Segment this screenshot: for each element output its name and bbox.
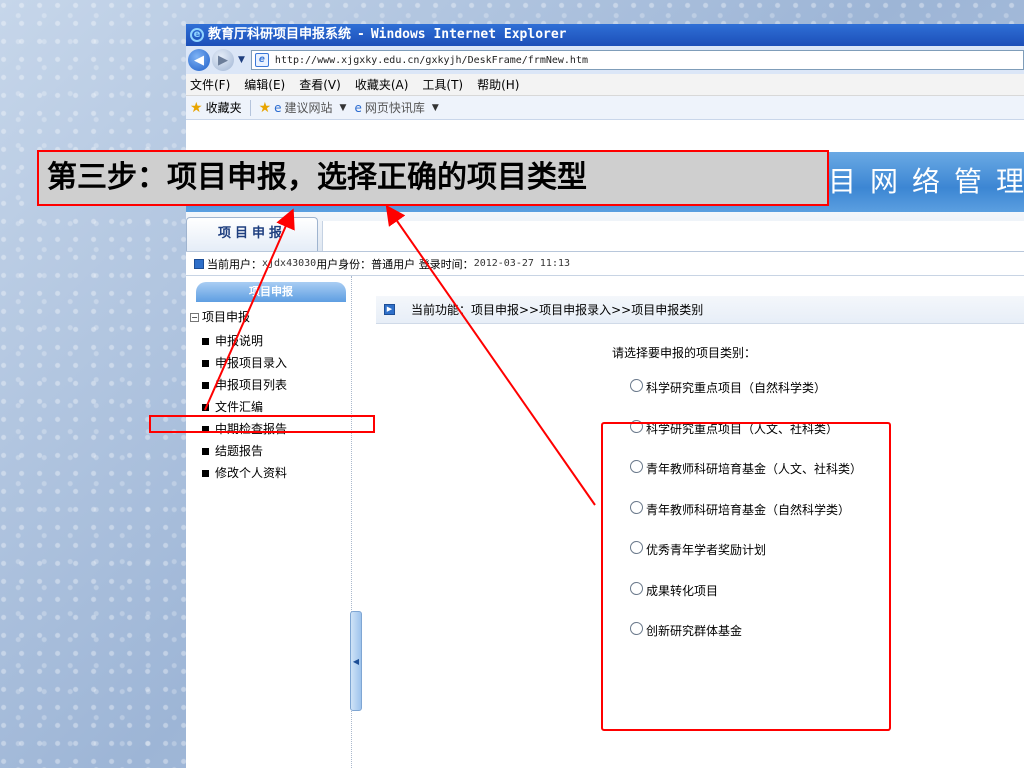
menu-tools[interactable]: 工具(T): [422, 76, 463, 93]
sidebar-item-label: 结题报告: [215, 444, 264, 458]
sidebar-item-label: 申报项目录入: [215, 356, 288, 370]
breadcrumb-icon: ▶: [384, 304, 395, 315]
site-nav: 项目申报: [186, 212, 1024, 252]
sidebar-highlight-box: [149, 415, 375, 433]
menu-bar: 文件(F) 编辑(E) 查看(V) 收藏夹(A) 工具(T) 帮助(H): [186, 74, 1024, 96]
sidebar-item-label: 修改个人资料: [215, 466, 288, 480]
sidebar-collapse-handle[interactable]: ◀: [350, 611, 362, 711]
bullet-icon: [202, 448, 209, 455]
sidebar-item-final-report[interactable]: 结题报告: [202, 442, 351, 458]
title-bar: e 教育厅科研项目申报系统 - Windows Internet Explore…: [186, 24, 1024, 46]
sidebar-item-project-list[interactable]: 申报项目列表: [202, 376, 351, 392]
forward-button[interactable]: ▶: [212, 49, 234, 71]
sidebar-item-label: 文件汇编: [215, 400, 264, 414]
options-highlight-box: [601, 422, 891, 731]
tab-strip: [186, 120, 1024, 152]
sidebar-item-instructions[interactable]: 申报说明: [202, 332, 351, 348]
url-field[interactable]: e http://www.xjgxky.edu.cn/gxkyjh/DeskFr…: [250, 50, 1024, 70]
sidebar-item-documents[interactable]: 文件汇编: [202, 398, 351, 414]
bullet-icon: [202, 382, 209, 389]
menu-edit[interactable]: 编辑(E): [244, 76, 285, 93]
bullet-icon: [202, 360, 209, 367]
radio-button[interactable]: [630, 379, 643, 392]
window-title-browser: Windows Internet Explorer: [370, 27, 567, 42]
current-user-label: 当前用户：: [207, 257, 262, 271]
user-role-text: 用户身份：普通用户 登录时间：: [316, 257, 474, 271]
site-nav-filler: [322, 221, 1024, 251]
back-button[interactable]: ◀: [188, 49, 210, 71]
suggested-sites-link[interactable]: 建议网站: [285, 99, 333, 116]
option-key-natural-science[interactable]: 科学研究重点项目（自然科学类）: [630, 379, 1024, 420]
sidebar-item-edit-profile[interactable]: 修改个人资料: [202, 464, 351, 480]
menu-favorites[interactable]: 收藏夹(A): [355, 76, 409, 93]
user-info-bar: 当前用户： xjdx43030 用户身份：普通用户 登录时间： 2012-03-…: [186, 252, 1024, 276]
tab-project-application[interactable]: 项目申报: [186, 217, 318, 251]
sidebar-item-label: 申报说明: [215, 334, 264, 348]
sidebar: 项目申报 − 项目申报 申报说明 申报项目录入 申报项目列表 文件汇编 中期检查报…: [186, 276, 352, 768]
breadcrumb: ▶ 当前功能：项目申报>>项目申报录入>>项目申报类别: [376, 296, 1024, 324]
option-label: 科学研究重点项目（自然科学类）: [646, 381, 827, 395]
page-icon: e: [254, 53, 269, 67]
suggested-sites-dropdown-icon[interactable]: ▼: [340, 103, 347, 113]
web-slice-dropdown-icon[interactable]: ▼: [432, 103, 439, 113]
category-prompt: 请选择要申报的项目类别：: [612, 346, 757, 360]
tree-root[interactable]: − 项目申报: [190, 308, 351, 325]
favorites-bar: ★ 收藏夹 ★ e 建议网站 ▼ e 网页快讯库 ▼: [186, 96, 1024, 120]
menu-view[interactable]: 查看(V): [299, 76, 341, 93]
add-favorite-icon[interactable]: ★: [259, 100, 272, 116]
ie-logo-icon: e: [190, 28, 204, 42]
window-title-separator: -: [357, 27, 365, 42]
user-info-icon: [194, 258, 204, 269]
login-time: 2012-03-27 11:13: [473, 258, 571, 269]
breadcrumb-text: 当前功能：项目申报>>项目申报录入>>项目申报类别: [411, 303, 704, 317]
step-caption: 第三步：项目申报，选择正确的项目类型: [37, 150, 829, 206]
address-bar: ◀ ▶ ▼ e http://www.xjgxky.edu.cn/gxkyjh/…: [186, 46, 1024, 74]
favorites-separator: [249, 99, 251, 116]
sidebar-header: 项目申报: [196, 282, 346, 302]
bullet-icon: [202, 404, 209, 411]
history-dropdown-icon[interactable]: ▼: [238, 55, 245, 65]
sidebar-item-label: 申报项目列表: [215, 378, 288, 392]
tree-root-label: 项目申报: [202, 310, 251, 324]
web-slice-icon: e: [354, 100, 362, 115]
favorites-button[interactable]: 收藏夹: [206, 99, 242, 116]
window-title-app: 教育厅科研项目申报系统: [208, 27, 352, 42]
bullet-icon: [202, 338, 209, 345]
current-user-id: xjdx43030: [262, 258, 317, 269]
menu-file[interactable]: 文件(F): [190, 76, 230, 93]
suggested-sites-icon: e: [274, 100, 282, 115]
menu-help[interactable]: 帮助(H): [477, 76, 519, 93]
sidebar-item-project-entry[interactable]: 申报项目录入: [202, 354, 351, 370]
tree-collapse-icon[interactable]: −: [190, 313, 199, 322]
favorites-star-icon[interactable]: ★: [190, 100, 203, 116]
web-slice-gallery-link[interactable]: 网页快讯库: [365, 99, 425, 116]
bullet-icon: [202, 470, 209, 477]
url-text: http://www.xjgxky.edu.cn/gxkyjh/DeskFram…: [274, 54, 588, 66]
